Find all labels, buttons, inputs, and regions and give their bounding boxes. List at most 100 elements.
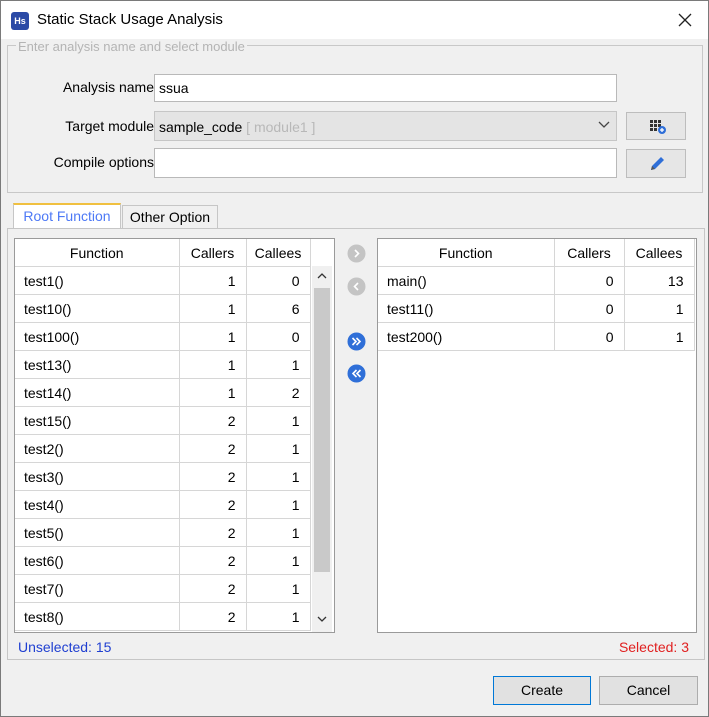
table-row[interactable]: test5() 2 1 — [15, 518, 311, 547]
callees-cell: 1 — [246, 434, 311, 463]
callers-cell: 2 — [179, 546, 247, 575]
compile-options-edit-button[interactable] — [626, 149, 686, 178]
function-cell: test14() — [15, 378, 180, 407]
cancel-button[interactable]: Cancel — [599, 676, 698, 705]
analysis-name-input[interactable]: ssua — [154, 74, 617, 102]
vertical-scrollbar[interactable] — [312, 266, 332, 632]
function-cell: test1() — [15, 266, 180, 295]
callers-cell: 0 — [554, 322, 625, 351]
move-right-button[interactable] — [347, 244, 366, 263]
window-title: Static Stack Usage Analysis — [37, 11, 223, 28]
callees-cell: 1 — [246, 518, 311, 547]
table-header-row: Function Callers Callees — [378, 239, 695, 267]
title-bar[interactable]: Hs Static Stack Usage Analysis — [1, 1, 708, 39]
double-chevron-left-icon — [347, 364, 366, 383]
callers-cell: 1 — [179, 266, 247, 295]
table-row[interactable]: test1() 1 0 — [15, 266, 311, 295]
table-row[interactable]: test11() 0 1 — [378, 294, 695, 323]
column-header-function[interactable]: Function — [15, 239, 180, 267]
callers-cell: 1 — [179, 294, 247, 323]
pencil-icon — [651, 157, 664, 170]
chevron-down-icon — [598, 121, 610, 128]
column-header-function[interactable]: Function — [378, 239, 555, 267]
callees-cell: 2 — [246, 378, 311, 407]
chevron-right-icon — [347, 244, 366, 263]
function-cell: test11() — [378, 294, 555, 323]
module-browse-button[interactable] — [626, 112, 686, 140]
callers-cell: 2 — [179, 518, 247, 547]
table-row[interactable]: test4() 2 1 — [15, 490, 311, 519]
callees-cell: 13 — [624, 266, 695, 295]
callers-cell: 2 — [179, 462, 247, 491]
table-row[interactable]: test2() 2 1 — [15, 434, 311, 463]
table-row[interactable]: main() 0 13 — [378, 266, 695, 295]
unselected-count: Unselected: 15 — [18, 639, 112, 655]
create-button[interactable]: Create — [493, 676, 591, 705]
function-cell: test10() — [15, 294, 180, 323]
callees-cell: 1 — [246, 406, 311, 435]
close-button[interactable] — [662, 1, 708, 39]
double-chevron-right-icon — [347, 332, 366, 351]
target-module-select[interactable]: sample_code [ module1 ] — [154, 111, 617, 141]
callees-cell: 1 — [624, 322, 695, 351]
tab-root-function[interactable]: Root Function — [13, 203, 121, 229]
table-row[interactable]: test8() 2 1 — [15, 602, 311, 631]
chevron-left-icon — [347, 277, 366, 296]
scroll-down-icon[interactable] — [317, 616, 327, 623]
callees-cell: 1 — [246, 350, 311, 379]
table-row[interactable]: test7() 2 1 — [15, 574, 311, 603]
column-header-callers[interactable]: Callers — [179, 239, 247, 267]
callers-cell: 2 — [179, 490, 247, 519]
compile-options-label: Compile options — [53, 154, 154, 170]
column-header-callees[interactable]: Callees — [624, 239, 695, 267]
callees-cell: 6 — [246, 294, 311, 323]
scrollbar-thumb[interactable] — [314, 288, 330, 572]
root-function-panel: Function Callers Callees test1() 1 0 test1… — [7, 228, 705, 660]
scroll-up-icon[interactable] — [317, 272, 327, 279]
callees-cell: 1 — [624, 294, 695, 323]
compile-options-input[interactable] — [154, 148, 617, 178]
table-row[interactable]: test100() 1 0 — [15, 322, 311, 351]
table-row[interactable]: test6() 2 1 — [15, 546, 311, 575]
callees-cell: 1 — [246, 602, 311, 631]
target-module-value: sample_code — [159, 119, 243, 135]
function-cell: test2() — [15, 434, 180, 463]
move-left-button[interactable] — [347, 277, 366, 296]
unselected-functions-table[interactable]: Function Callers Callees test1() 1 0 test1… — [14, 238, 335, 633]
app-icon: Hs — [11, 12, 29, 30]
callees-cell: 1 — [246, 462, 311, 491]
table-row[interactable]: test200() 0 1 — [378, 322, 695, 351]
callers-cell: 0 — [554, 266, 625, 295]
table-header-row: Function Callers Callees — [15, 239, 311, 267]
function-cell: test15() — [15, 406, 180, 435]
table-row[interactable]: test3() 2 1 — [15, 462, 311, 491]
callers-cell: 1 — [179, 378, 247, 407]
callers-cell: 0 — [554, 294, 625, 323]
column-header-callees[interactable]: Callees — [246, 239, 311, 267]
callers-cell: 1 — [179, 322, 247, 351]
table-row[interactable]: test14() 1 2 — [15, 378, 311, 407]
callees-cell: 1 — [246, 574, 311, 603]
table-row[interactable]: test15() 2 1 — [15, 406, 311, 435]
function-cell: test100() — [15, 322, 180, 351]
function-cell: test7() — [15, 574, 180, 603]
table-row[interactable]: test13() 1 1 — [15, 350, 311, 379]
tab-other-option[interactable]: Other Option — [122, 205, 218, 229]
function-cell: test200() — [378, 322, 555, 351]
move-all-right-button[interactable] — [347, 332, 366, 351]
selected-functions-table[interactable]: Function Callers Callees main() 0 13 test1… — [377, 238, 697, 633]
target-module-label: Target module — [65, 118, 154, 134]
function-cell: test6() — [15, 546, 180, 575]
selected-count: Selected: 3 — [618, 639, 689, 655]
table-row[interactable]: test10() 1 6 — [15, 294, 311, 323]
callees-cell: 0 — [246, 266, 311, 295]
function-cell: test8() — [15, 602, 180, 631]
function-cell: main() — [378, 266, 555, 295]
move-all-left-button[interactable] — [347, 364, 366, 383]
column-header-callers[interactable]: Callers — [554, 239, 625, 267]
callees-cell: 0 — [246, 322, 311, 351]
target-module-hint: [ module1 ] — [246, 119, 316, 135]
function-cell: test4() — [15, 490, 180, 519]
callers-cell: 2 — [179, 434, 247, 463]
group-legend: Enter analysis name and select module — [16, 39, 247, 54]
